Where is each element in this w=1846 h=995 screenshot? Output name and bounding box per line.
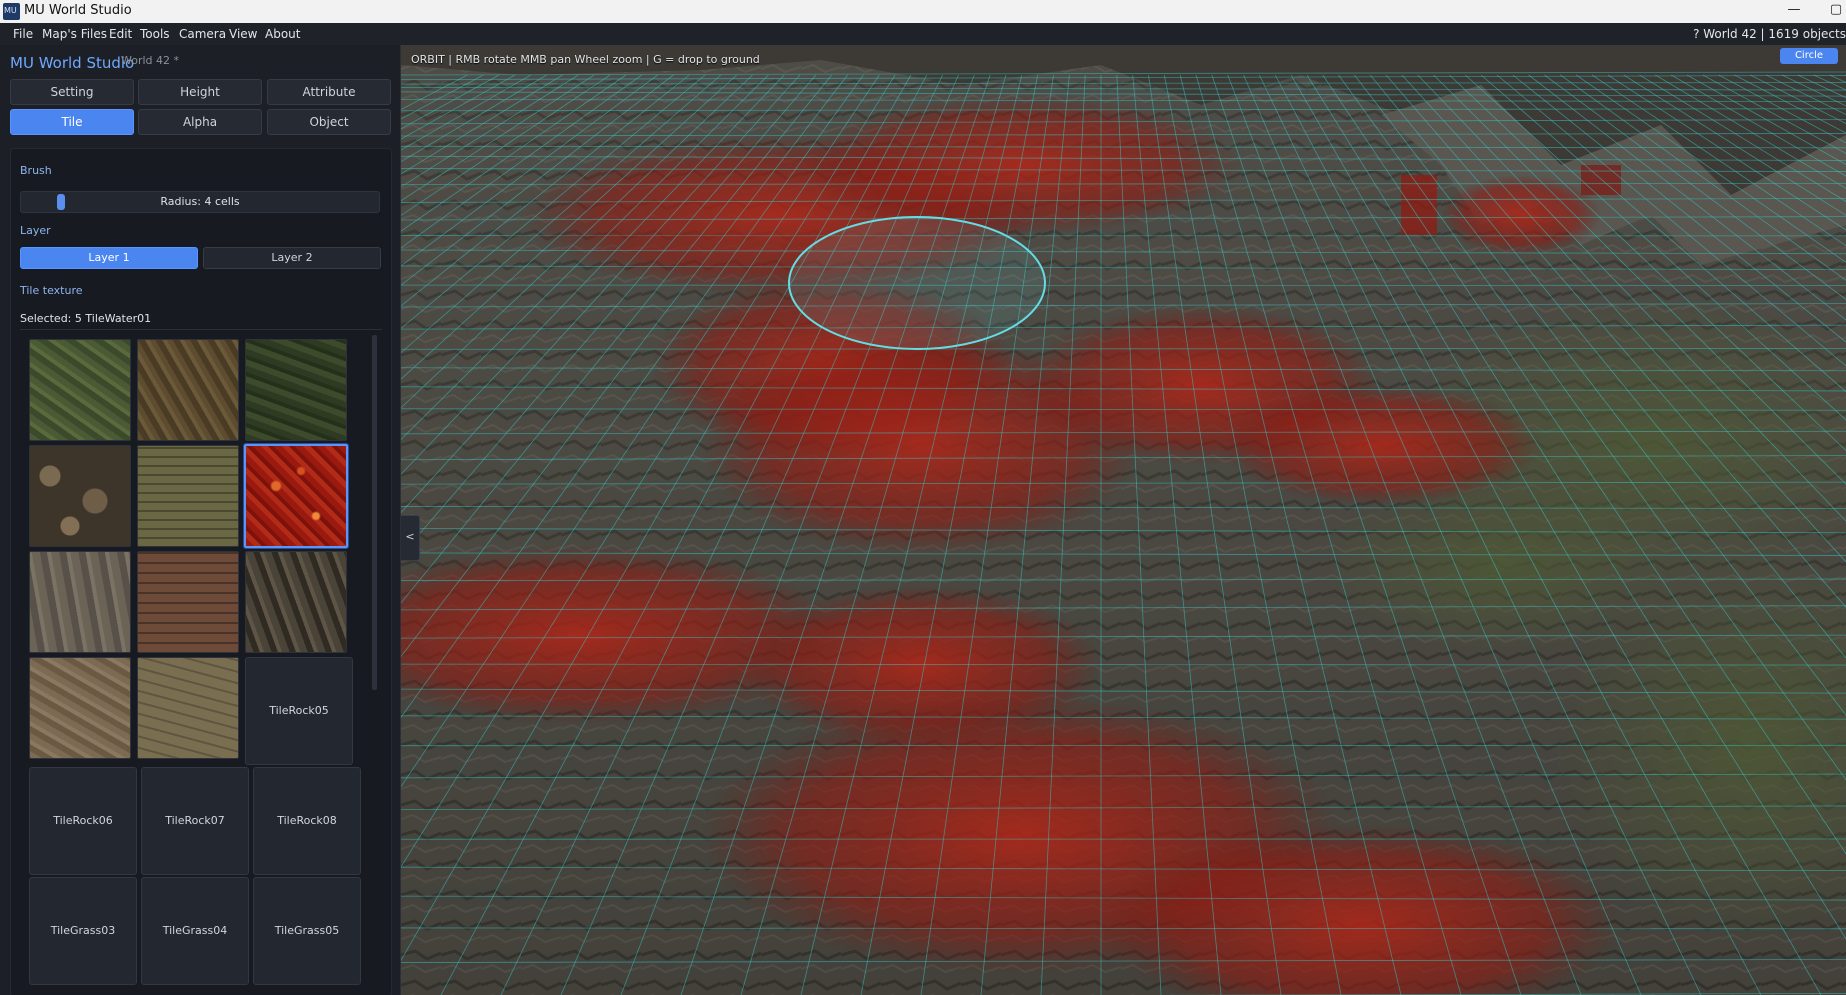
texture-card-tilegrass04[interactable]: TileGrass04 bbox=[141, 877, 249, 985]
terrain-viewport[interactable]: ORBIT | RMB rotate MMB pan Wheel zoom | … bbox=[401, 45, 1846, 995]
menu-tools[interactable]: Tools bbox=[140, 27, 170, 41]
mode-attribute-button[interactable]: Attribute bbox=[267, 79, 391, 105]
panel-header: MU World Studio bbox=[10, 53, 134, 72]
menu-view[interactable]: View bbox=[229, 27, 257, 41]
texture-cobble-thumb[interactable] bbox=[29, 445, 131, 547]
texture-water01-selected-thumb[interactable] bbox=[244, 444, 348, 548]
window-title: MU World Studio bbox=[24, 3, 132, 18]
tool-panel: MU World Studio World 42 * Setting Heigh… bbox=[0, 45, 401, 995]
texture-card-tilegrass03[interactable]: TileGrass03 bbox=[29, 877, 137, 985]
camera-hint: ORBIT | RMB rotate MMB pan Wheel zoom | … bbox=[411, 53, 760, 66]
layer-1-button[interactable]: Layer 1 bbox=[20, 247, 198, 269]
texture-grass-thumb[interactable] bbox=[29, 339, 131, 441]
menu-edit[interactable]: Edit bbox=[109, 27, 132, 41]
texture-rock-dark-thumb[interactable] bbox=[245, 551, 347, 653]
texture-card-tilerock06[interactable]: TileRock06 bbox=[29, 767, 137, 875]
texture-card-tilerock05[interactable]: TileRock05 bbox=[245, 657, 353, 765]
menu-file[interactable]: File bbox=[13, 27, 33, 41]
minimize-button[interactable]: — bbox=[1774, 0, 1814, 23]
menu-about[interactable]: About bbox=[265, 27, 300, 41]
brush-shape-circle-button[interactable]: Circle bbox=[1780, 48, 1838, 64]
texture-grid: TileRock05 TileRock06 TileRock07 TileRoc… bbox=[20, 329, 382, 985]
collapse-panel-button[interactable]: < bbox=[401, 515, 420, 561]
texture-cracked-ground-thumb[interactable] bbox=[137, 657, 239, 759]
texture-sand-thumb[interactable] bbox=[29, 657, 131, 759]
mode-setting-button[interactable]: Setting bbox=[10, 79, 134, 105]
texture-dark-grass-thumb[interactable] bbox=[245, 339, 347, 441]
menu-camera[interactable]: Camera bbox=[179, 27, 226, 41]
app-logo-icon bbox=[3, 3, 20, 20]
mode-tile-button[interactable]: Tile bbox=[10, 109, 134, 135]
menu-bar: File Map's Files Edit Tools Camera View … bbox=[0, 23, 1846, 46]
brush-radius-slider[interactable]: Radius: 4 cells bbox=[20, 191, 380, 213]
tile-texture-label: Tile texture bbox=[20, 284, 83, 297]
texture-brick-moss-thumb[interactable] bbox=[137, 445, 239, 547]
maximize-button[interactable]: ▢ bbox=[1816, 0, 1846, 23]
texture-grid-scrollbar[interactable] bbox=[372, 335, 377, 690]
selected-texture-text: Selected: 5 TileWater01 bbox=[20, 312, 152, 325]
title-bar: MU World Studio — ▢ bbox=[0, 0, 1846, 23]
texture-rock-gray-thumb[interactable] bbox=[29, 551, 131, 653]
mode-object-button[interactable]: Object bbox=[267, 109, 391, 135]
radius-value: Radius: 4 cells bbox=[160, 195, 240, 208]
mode-alpha-button[interactable]: Alpha bbox=[138, 109, 262, 135]
world-name: World 42 * bbox=[121, 54, 180, 67]
texture-card-tilegrass05[interactable]: TileGrass05 bbox=[253, 877, 361, 985]
terrain-render bbox=[401, 45, 1846, 995]
texture-brick-red-thumb[interactable] bbox=[137, 551, 239, 653]
brush-circle-cursor bbox=[788, 216, 1046, 350]
tile-settings-section: Brush Radius: 4 cells Layer Layer 1 Laye… bbox=[10, 148, 392, 995]
layer-2-button[interactable]: Layer 2 bbox=[203, 247, 381, 269]
layer-label: Layer bbox=[20, 224, 51, 237]
brush-label: Brush bbox=[20, 164, 52, 177]
texture-dirt-thumb[interactable] bbox=[137, 339, 239, 441]
texture-card-tilerock08[interactable]: TileRock08 bbox=[253, 767, 361, 875]
panel-title: MU World Studio bbox=[10, 54, 135, 72]
texture-card-tilerock07[interactable]: TileRock07 bbox=[141, 767, 249, 875]
menu-maps-files[interactable]: Map's Files bbox=[42, 27, 107, 41]
world-status: ? World 42 | 1619 objects bbox=[1693, 27, 1846, 41]
mode-height-button[interactable]: Height bbox=[138, 79, 262, 105]
